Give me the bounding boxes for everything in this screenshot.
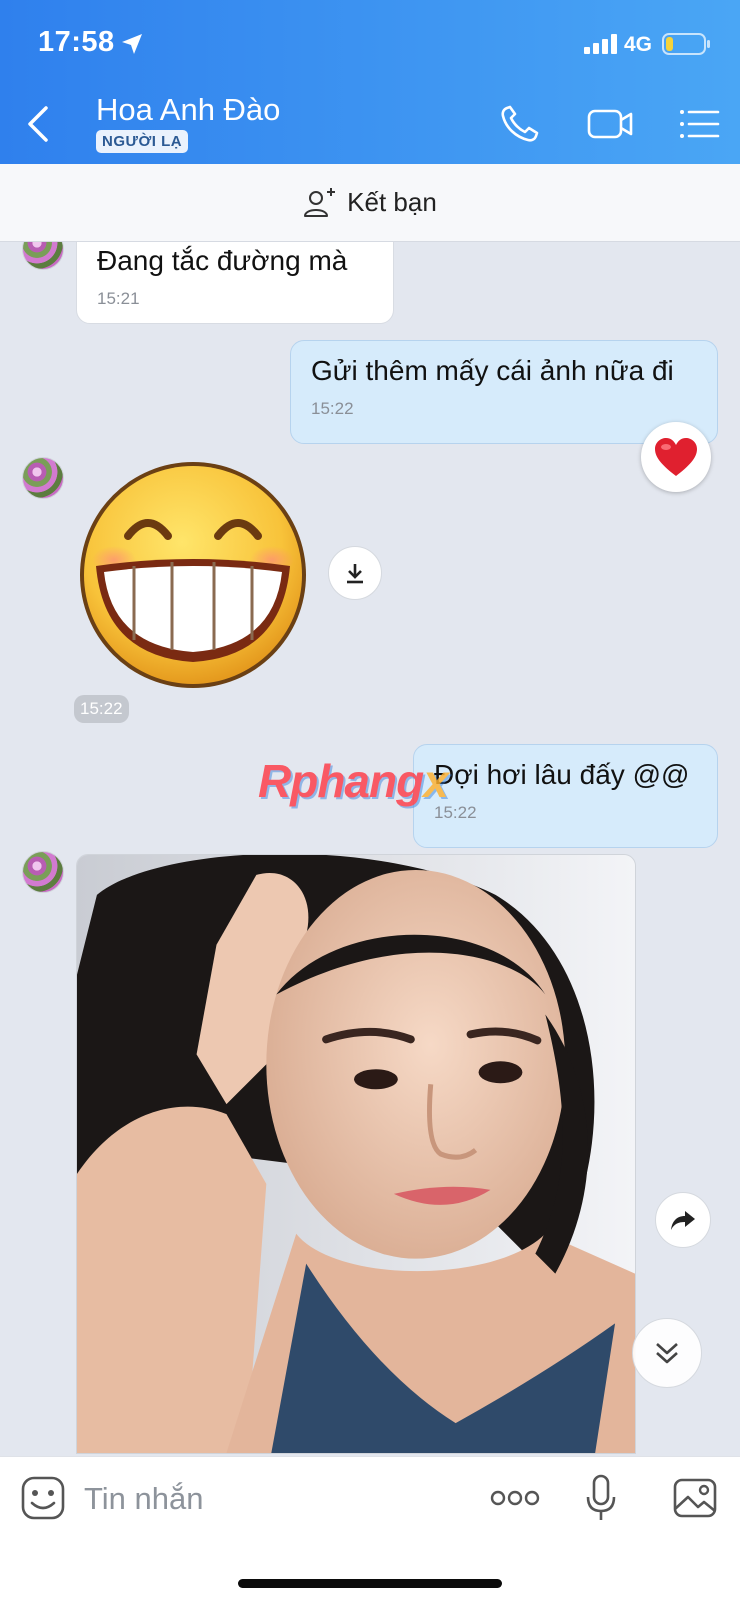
message-list[interactable]: Đang tắc đường mà 15:21 Gửi thêm mấy cái… [0, 242, 740, 1456]
message-text: Đợi hơi lâu đấy @@ [434, 759, 690, 790]
signal-icon [584, 34, 617, 54]
phone-icon[interactable] [498, 104, 542, 144]
image-icon[interactable] [672, 1477, 718, 1519]
video-icon[interactable] [586, 104, 634, 144]
sticker-time: 15:22 [74, 695, 129, 723]
more-dots-icon[interactable] [490, 1485, 540, 1511]
back-icon[interactable] [22, 104, 56, 144]
add-person-icon [304, 187, 336, 217]
message-bubble-incoming[interactable]: Đang tắc đường mà 15:21 [76, 242, 394, 324]
scroll-to-bottom-button[interactable] [632, 1318, 702, 1388]
download-button[interactable] [328, 546, 382, 600]
download-icon [347, 564, 363, 584]
menu-list-icon[interactable] [678, 104, 722, 144]
chat-header: 17:58 4G Hoa Anh Đào NGƯỜI LẠ [0, 0, 740, 164]
watermark: Rphangx [258, 755, 449, 807]
message-bubble-outgoing[interactable]: Đợi hơi lâu đấy @@ 15:22 [413, 744, 718, 848]
add-friend-button[interactable]: Kết bạn [0, 164, 740, 242]
message-time: 15:22 [434, 803, 477, 822]
selfie-photo [77, 855, 635, 1453]
contact-name[interactable]: Hoa Anh Đào [96, 92, 280, 128]
message-time: 15:21 [97, 289, 140, 308]
location-arrow-icon [122, 34, 142, 54]
message-input[interactable] [84, 1477, 464, 1521]
message-text: Gửi thêm mấy cái ảnh nữa đi [311, 355, 674, 386]
network-type: 4G [624, 33, 653, 56]
stranger-badge: NGƯỜI LẠ [96, 130, 189, 153]
home-indicator [238, 1579, 502, 1588]
avatar[interactable] [22, 242, 64, 270]
share-button[interactable] [655, 1192, 711, 1248]
emoji-icon[interactable] [20, 1475, 66, 1521]
message-text: Đang tắc đường mà [97, 245, 348, 276]
share-arrow-icon [671, 1211, 695, 1230]
avatar[interactable] [22, 851, 64, 893]
add-friend-label: Kết bạn [347, 187, 437, 217]
grinning-face-sticker[interactable] [76, 460, 310, 690]
heart-icon [655, 438, 697, 476]
battery-icon [662, 33, 710, 55]
message-time: 15:22 [311, 399, 354, 418]
avatar[interactable] [22, 457, 64, 499]
message-input-bar [0, 1456, 740, 1600]
photo-message[interactable] [76, 854, 636, 1454]
double-chevron-down-icon [656, 1343, 678, 1364]
reaction-button[interactable] [641, 422, 711, 492]
status-time: 17:58 [38, 26, 115, 58]
microphone-icon[interactable] [584, 1473, 618, 1523]
